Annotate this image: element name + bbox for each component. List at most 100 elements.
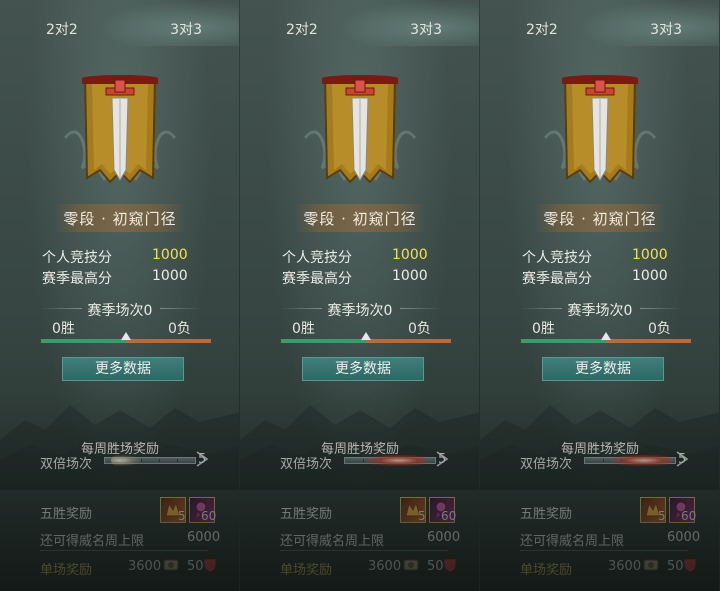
single-coins-value: 3600 — [128, 559, 162, 574]
rank-title: 零段 · 初窥门径 — [543, 210, 657, 228]
mode-tabs: 2对2 3对3 — [240, 0, 479, 46]
coin-icon — [163, 559, 179, 571]
win-ratio-marker — [121, 332, 131, 340]
season-matches-title: 赛季场次0 — [327, 303, 393, 319]
personal-score-label: 个人竞技分 — [282, 250, 352, 266]
personal-score-value: 1000 — [152, 247, 188, 263]
wins-count: 0胜 — [292, 321, 315, 337]
item2-count: 60 — [201, 509, 217, 523]
double-matches-bar — [344, 455, 436, 466]
season-best-value: 1000 — [152, 268, 188, 284]
season-best-value: 1000 — [392, 268, 428, 284]
five-win-reward-label: 五胜奖励 — [280, 507, 333, 522]
win-ratio-marker — [361, 332, 371, 340]
bar-segment — [159, 459, 160, 462]
win-loss-bar — [521, 332, 691, 343]
rank-title: 零段 · 初窥门径 — [303, 210, 417, 228]
coin-icon — [643, 559, 659, 571]
fame-cap-value: 6000 — [187, 530, 221, 545]
bar-segment — [177, 459, 178, 462]
fame-cap-label: 还可得威名周上限 — [280, 534, 385, 549]
single-reward-label: 单场奖励 — [280, 563, 333, 578]
fame-cap-value: 6000 — [667, 530, 701, 545]
item2-count: 60 — [681, 509, 697, 523]
win-ratio-fill — [521, 339, 606, 343]
banner-sword-icon — [543, 75, 657, 184]
tab-3v3[interactable]: 3对3 — [170, 19, 202, 39]
bar-segment — [363, 459, 364, 462]
losses-count: 0负 — [168, 321, 191, 337]
double-progress-glow — [366, 455, 426, 466]
banner-sword-icon — [63, 75, 177, 184]
divider — [280, 550, 448, 551]
tab-2v2[interactable]: 2对2 — [526, 19, 558, 39]
personal-score-value: 1000 — [392, 247, 428, 263]
tab-2v2[interactable]: 2对2 — [46, 19, 78, 39]
personal-score-label: 个人竞技分 — [42, 250, 112, 266]
double-progress-glow — [610, 455, 671, 466]
double-matches-bar — [584, 455, 676, 466]
season-best-label: 赛季最高分 — [42, 271, 112, 287]
double-matches-label: 双倍场次 — [280, 457, 333, 472]
losses-count: 0负 — [648, 321, 671, 337]
item2-count: 60 — [441, 509, 457, 523]
fame-cap-label: 还可得威名周上限 — [40, 534, 145, 549]
personal-score-value: 1000 — [632, 247, 668, 263]
bar-segment — [603, 459, 604, 462]
losses-count: 0负 — [408, 321, 431, 337]
season-best-label: 赛季最高分 — [522, 271, 592, 287]
wins-count: 0胜 — [52, 321, 75, 337]
win-ratio-marker — [601, 332, 611, 340]
single-shields-value: 50 — [427, 559, 444, 574]
more-data-button[interactable]: 更多数据 — [542, 357, 664, 381]
double-matches-label: 双倍场次 — [520, 457, 573, 472]
item1-count: 5 — [178, 509, 186, 523]
win-ratio-fill — [281, 339, 366, 343]
mode-tabs: 2对2 3对3 — [0, 0, 239, 46]
single-reward-label: 单场奖励 — [40, 563, 93, 578]
fame-cap-value: 6000 — [427, 530, 461, 545]
shield-icon — [683, 558, 697, 573]
wins-count: 0胜 — [532, 321, 555, 337]
item1-count: 5 — [658, 509, 666, 523]
shield-icon — [203, 558, 217, 573]
double-matches-count: 5 — [198, 452, 207, 467]
double-matches-count: 5 — [678, 452, 687, 467]
season-best-label: 赛季最高分 — [282, 271, 352, 287]
season-best-value: 1000 — [632, 268, 668, 284]
double-matches-label: 双倍场次 — [40, 457, 93, 472]
season-matches-title: 赛季场次0 — [567, 303, 633, 319]
double-matches-bar — [104, 455, 196, 466]
arena-panel-1: 2对2 3对3 零段 · 初窥门径 个人竞技分 1000 赛季最高分 1000 … — [0, 0, 240, 591]
single-shields-value: 50 — [187, 559, 204, 574]
shield-icon — [443, 558, 457, 573]
win-loss-bar — [41, 332, 211, 343]
arena-panel-3: 2对2 3对3 零段 · 初窥门径 个人竞技分 1000 赛季最高分 1000 … — [480, 0, 720, 591]
divider — [40, 550, 208, 551]
five-win-reward-label: 五胜奖励 — [520, 507, 573, 522]
banner-sword-icon — [303, 75, 417, 184]
tab-2v2[interactable]: 2对2 — [286, 19, 318, 39]
season-matches-title: 赛季场次0 — [87, 303, 153, 319]
single-shields-value: 50 — [667, 559, 684, 574]
win-loss-bar — [281, 332, 451, 343]
single-coins-value: 3600 — [368, 559, 402, 574]
divider — [520, 550, 688, 551]
mode-tabs: 2对2 3对3 — [480, 0, 719, 46]
tab-3v3[interactable]: 3对3 — [410, 19, 442, 39]
tab-3v3[interactable]: 3对3 — [650, 19, 682, 39]
item1-count: 5 — [418, 509, 426, 523]
more-data-button[interactable]: 更多数据 — [302, 357, 424, 381]
fame-cap-label: 还可得威名周上限 — [520, 534, 625, 549]
bar-segment — [141, 459, 142, 462]
rank-title: 零段 · 初窥门径 — [63, 210, 177, 228]
win-ratio-fill — [41, 339, 126, 343]
five-win-reward-label: 五胜奖励 — [40, 507, 93, 522]
single-coins-value: 3600 — [608, 559, 642, 574]
more-data-button[interactable]: 更多数据 — [62, 357, 184, 381]
arena-panel-2: 2对2 3对3 零段 · 初窥门径 个人竞技分 1000 赛季最高分 1000 … — [240, 0, 480, 591]
single-reward-label: 单场奖励 — [520, 563, 573, 578]
double-matches-count: 5 — [438, 452, 447, 467]
arena-screen: 2对2 3对3 零段 · 初窥门径 个人竞技分 1000 赛季最高分 1000 … — [0, 0, 720, 591]
coin-icon — [403, 559, 419, 571]
